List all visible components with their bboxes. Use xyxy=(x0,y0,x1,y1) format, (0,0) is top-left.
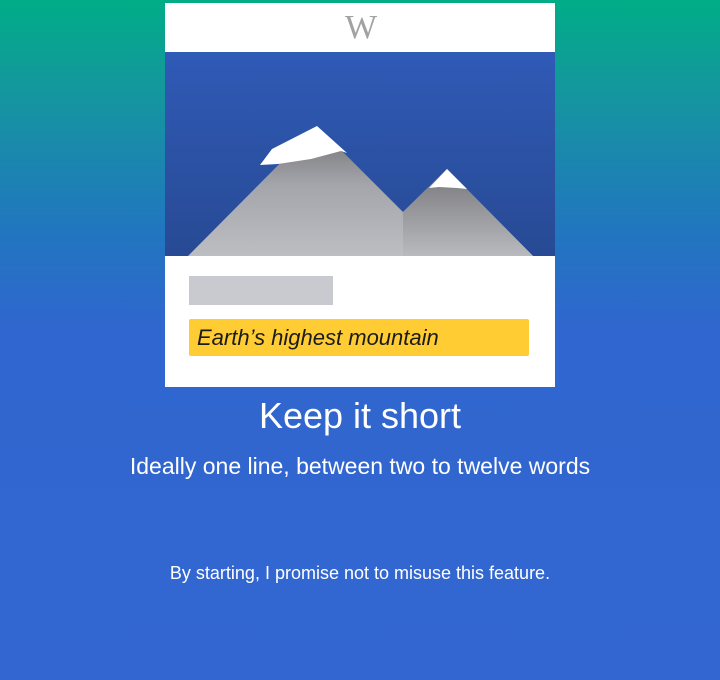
onboarding-card: W Earth’s highest mountain xyxy=(165,3,555,387)
onboarding-heading: Keep it short xyxy=(258,395,462,436)
description-highlight: Earth’s highest mountain xyxy=(189,319,529,356)
title-placeholder xyxy=(189,276,333,305)
wikipedia-logo: W xyxy=(344,9,377,46)
onboarding-subheading: Ideally one line, between two to twelve … xyxy=(129,453,591,479)
mountain-illustration xyxy=(165,52,555,256)
promise-text: By starting, I promise not to misuse thi… xyxy=(169,563,551,583)
card-header: W xyxy=(165,3,555,52)
